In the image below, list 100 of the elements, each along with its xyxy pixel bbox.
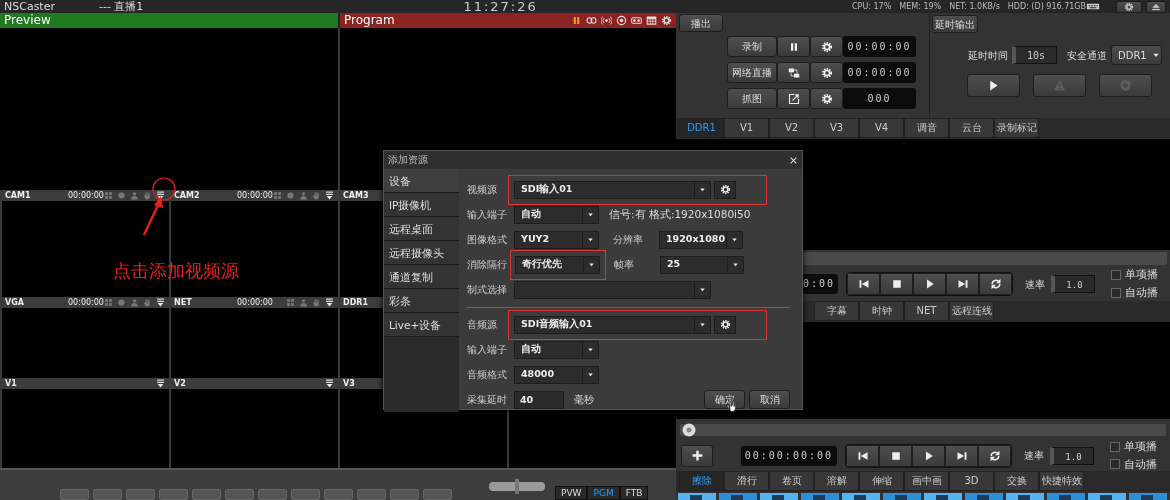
category-item[interactable]: 彩条 <box>384 289 459 313</box>
tab[interactable]: 字幕 <box>814 301 859 321</box>
broadcast-icon[interactable] <box>601 15 612 26</box>
dropdown[interactable]: 25 <box>660 255 744 274</box>
eject-button[interactable] <box>1146 0 1166 13</box>
seek-track[interactable] <box>680 423 1166 436</box>
switcher-button[interactable] <box>225 489 254 500</box>
output-action-button[interactable]: 抓图 <box>727 88 777 109</box>
switcher-button[interactable] <box>258 489 287 500</box>
switcher-button[interactable] <box>60 489 89 500</box>
switcher-button[interactable] <box>126 489 155 500</box>
dropdown[interactable]: 1920x1080 <box>659 230 743 249</box>
category-item[interactable]: 设备 <box>384 169 459 193</box>
output-action-button[interactable] <box>777 36 810 57</box>
tab[interactable]: V4 <box>859 118 904 138</box>
delay-control-button[interactable] <box>967 74 1020 97</box>
tab[interactable]: 卷页 <box>769 471 814 491</box>
transport-button[interactable] <box>945 444 978 467</box>
output-action-button[interactable]: 录制 <box>727 36 777 57</box>
switcher-button[interactable] <box>423 489 452 500</box>
safe-channel-select[interactable]: DDR1 <box>1111 45 1162 65</box>
category-item[interactable]: IP摄像机 <box>384 193 459 217</box>
delay-tab[interactable]: 延时输出 <box>932 15 978 33</box>
tab[interactable]: V2 <box>769 118 814 138</box>
dialog-button[interactable]: 取消 <box>749 390 790 409</box>
checkbox[interactable] <box>1110 441 1120 452</box>
tab[interactable]: 3D <box>949 471 994 491</box>
glasses-icon[interactable] <box>631 15 642 26</box>
tab[interactable]: V1 <box>724 118 769 138</box>
tab[interactable]: 云台 <box>949 118 994 138</box>
transport-button[interactable] <box>847 273 880 295</box>
category-item[interactable]: 远程摄像头 <box>384 241 459 265</box>
category-item[interactable]: 远程桌面 <box>384 217 459 241</box>
tab[interactable]: 远程连线 <box>949 301 994 321</box>
transport-button[interactable] <box>912 444 945 467</box>
settings-button[interactable] <box>714 180 736 199</box>
settings-button[interactable] <box>714 315 736 334</box>
pause-icon[interactable] <box>571 15 582 26</box>
switcher-button[interactable] <box>357 489 386 500</box>
output-action-button[interactable] <box>777 88 810 109</box>
switcher-button[interactable] <box>291 489 320 500</box>
keyboard-icon[interactable] <box>1086 1 1100 12</box>
menu-icon[interactable] <box>156 298 165 307</box>
switcher-button[interactable] <box>93 489 122 500</box>
transport-button[interactable] <box>846 444 879 467</box>
tab[interactable]: 交换 <box>994 471 1039 491</box>
tab[interactable]: V3 <box>814 118 859 138</box>
tab[interactable]: 擦除 <box>679 471 724 491</box>
target-icon[interactable] <box>616 15 627 26</box>
tab[interactable]: 调音 <box>904 118 949 138</box>
menu-icon[interactable] <box>325 298 334 307</box>
tab[interactable]: 滑行 <box>724 471 769 491</box>
checkbox[interactable] <box>1111 270 1121 281</box>
tab[interactable]: DDR1 <box>679 118 724 138</box>
dropdown[interactable]: 自动 <box>514 340 599 359</box>
transport-button[interactable] <box>880 273 913 295</box>
output-button[interactable]: PVW <box>555 486 588 500</box>
output-action-button[interactable]: 网络直播 <box>727 62 777 83</box>
link-icon[interactable] <box>586 15 597 26</box>
tab[interactable]: 伸缩 <box>859 471 904 491</box>
tab[interactable]: 溶解 <box>814 471 859 491</box>
transport-button[interactable] <box>979 273 1012 295</box>
transport-button[interactable] <box>879 444 912 467</box>
dropdown[interactable]: 48000 <box>514 365 599 384</box>
dropdown[interactable]: 自动 <box>514 205 599 224</box>
tab[interactable]: 画中画 <box>904 471 949 491</box>
transport-button[interactable] <box>913 273 946 295</box>
dropdown[interactable]: 奇行优先 <box>515 255 600 274</box>
switcher-button[interactable] <box>390 489 419 500</box>
menu-icon[interactable] <box>325 191 334 200</box>
settings-icon[interactable] <box>661 15 672 26</box>
switcher-button[interactable] <box>192 489 221 500</box>
settings-button[interactable] <box>810 62 843 83</box>
tab[interactable]: 时钟 <box>859 301 904 321</box>
rate-field[interactable]: 1.0 <box>1051 275 1095 293</box>
number-field[interactable]: 40 <box>514 390 564 409</box>
category-item[interactable]: 通道复制 <box>384 265 459 289</box>
settings-button[interactable] <box>810 36 843 57</box>
transport-button[interactable] <box>946 273 979 295</box>
seek-knob[interactable] <box>682 422 696 437</box>
checkbox[interactable] <box>1111 287 1121 298</box>
switcher-button[interactable] <box>324 489 353 500</box>
close-button[interactable] <box>789 155 798 165</box>
tab[interactable]: 快捷特效 <box>1039 471 1084 491</box>
menu-icon[interactable] <box>156 379 165 388</box>
grid-icon[interactable] <box>646 15 657 26</box>
transport-button[interactable] <box>978 444 1011 467</box>
menu-icon[interactable] <box>325 379 334 388</box>
switcher-button[interactable] <box>159 489 188 500</box>
output-button[interactable]: FTB <box>619 486 649 500</box>
tab[interactable]: 录制标记 <box>994 118 1039 138</box>
dropdown[interactable]: SDI音频输入01 <box>514 315 711 334</box>
t-bar-handle[interactable] <box>487 479 547 495</box>
dropdown[interactable]: YUY2 <box>514 230 599 249</box>
checkbox[interactable] <box>1110 459 1120 470</box>
rate-field[interactable]: 1.0 <box>1050 446 1094 465</box>
tab[interactable]: NET <box>904 301 949 321</box>
settings-button[interactable] <box>810 88 843 109</box>
dropdown[interactable]: SDI输入01 <box>514 180 711 199</box>
output-button[interactable]: PGM <box>587 486 620 500</box>
